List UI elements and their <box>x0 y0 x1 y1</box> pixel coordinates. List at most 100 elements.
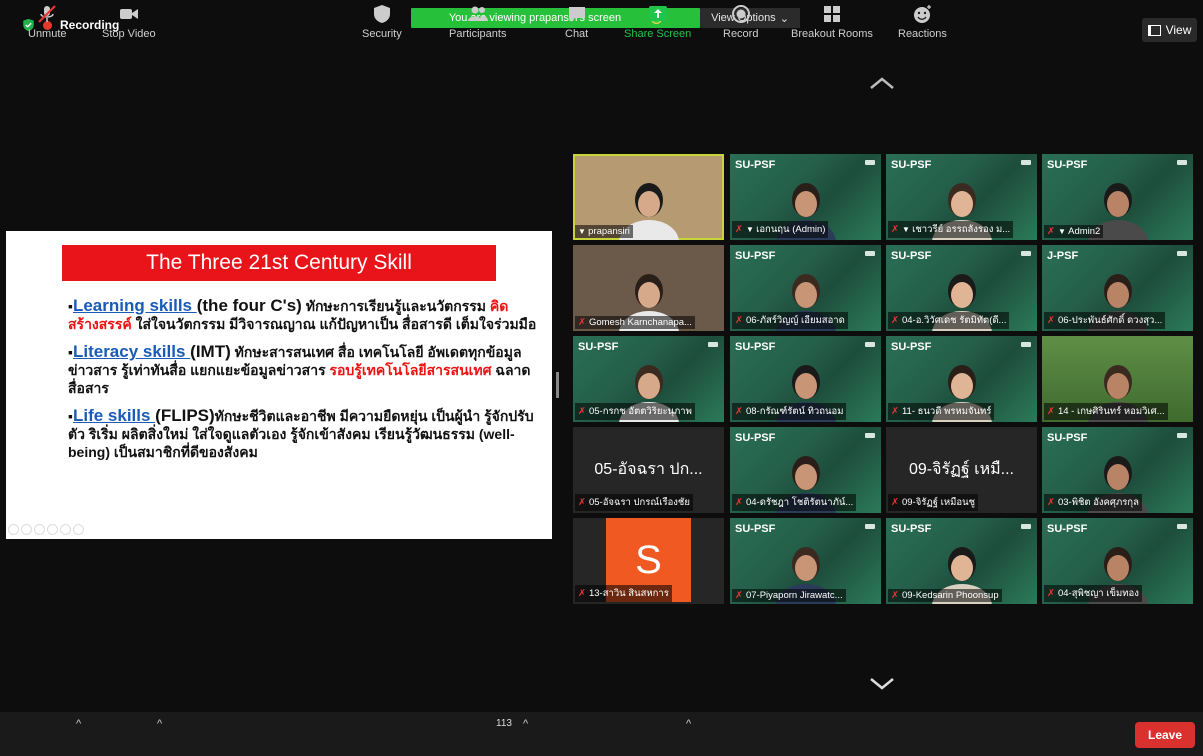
microphone-muted-icon: ✗ <box>578 588 586 599</box>
participant-name: ✗ 04-ดรัชฎา โชติรัตนาภัน์... <box>732 494 857 511</box>
participant-tile[interactable]: ▼ prapansiri <box>573 154 724 240</box>
participant-tile[interactable]: SU-PSF ✗ ▼ เอกนฤน (Admin) <box>730 154 881 240</box>
participant-tile[interactable]: ✗ Gomesh Karnchanapa... <box>573 245 724 331</box>
microphone-muted-icon: ✗ <box>735 406 743 417</box>
mini-window-icon <box>1177 251 1187 256</box>
participant-tile[interactable]: SU-PSF ✗ 09-Kedsarin Phoonsup <box>886 518 1037 604</box>
mini-window-icon <box>1177 524 1187 529</box>
participants-button[interactable]: Participants <box>449 4 506 40</box>
tile-org-label: SU-PSF <box>891 341 932 353</box>
stop-video-button[interactable]: Stop Video <box>102 4 156 40</box>
tile-org-label: SU-PSF <box>1047 523 1088 535</box>
participants-options-caret[interactable]: ^ <box>523 718 528 730</box>
participant-tile[interactable]: SU-PSF ✗ ▼ เชาวรีย์ อรรถลังรอง ม... <box>886 154 1037 240</box>
participant-tile[interactable]: 05-อัจฉรา ปก... ✗ 05-อัจฉรา ปกรณ์เรืองชัย <box>573 427 724 513</box>
microphone-muted-icon: ✗ <box>578 406 586 417</box>
bullet-life-skills: ▪Life skills (FLIPS)ทักษะชีวิตและอาชีพ ม… <box>68 406 534 461</box>
participant-name: ✗ 05-อัจฉรา ปกรณ์เรืองชัย <box>575 494 693 511</box>
mini-window-icon <box>1177 160 1187 165</box>
participant-tile[interactable]: SU-PSF ✗ 08-กรัณฑ์รัตน์ ทิวถนอม <box>730 336 881 422</box>
breakout-rooms-button[interactable]: Breakout Rooms <box>791 4 873 40</box>
view-layout-icon <box>1147 24 1161 36</box>
participant-name: ✗ 09-จิรัฏฐ์ เหมือนชู <box>888 494 979 511</box>
record-button[interactable]: Record <box>723 4 758 40</box>
participant-name: ✗ ▼ เอกนฤน (Admin) <box>732 221 829 238</box>
tile-org-label: J-PSF <box>1047 250 1079 262</box>
chat-button[interactable]: Chat <box>565 4 588 40</box>
video-camera-icon <box>119 9 138 19</box>
participant-name: ▼ prapansiri <box>575 225 633 238</box>
participants-count: 113 <box>496 718 512 729</box>
participant-name: ✗ 13-สาวิน สินสหการ <box>575 585 672 602</box>
video-options-caret[interactable]: ^ <box>157 718 162 730</box>
participant-name: ✗ 04-สุพิชญา เข็มทอง <box>1044 585 1142 602</box>
microphone-muted-icon: ✗ <box>891 497 899 508</box>
reactions-smiley-icon <box>914 5 932 23</box>
tile-org-label: SU-PSF <box>735 341 776 353</box>
microphone-muted-icon: ✗ <box>735 315 743 326</box>
microphone-muted-icon: ✗ <box>891 315 899 326</box>
participant-name: ✗ 08-กรัณฑ์รัตน์ ทิวถนอม <box>732 403 847 420</box>
chevron-up-icon[interactable] <box>869 76 895 90</box>
tile-org-label: SU-PSF <box>735 250 776 262</box>
leave-button[interactable]: Leave <box>1135 722 1195 748</box>
participant-tile[interactable]: SU-PSF ✗ 06-ภัสร์วิญญ์ เอียมสอาด <box>730 245 881 331</box>
mini-window-icon <box>865 342 875 347</box>
microphone-muted-icon: ✗ <box>578 317 586 328</box>
microphone-muted-icon: ✗ <box>578 497 586 508</box>
participant-tile[interactable]: SU-PSF ✗ 04-สุพิชญา เข็มทอง <box>1042 518 1193 604</box>
participant-name: ✗ 04-อ.วิวัศเดช รัตมิทัต(ดี... <box>888 312 1010 329</box>
participant-tile[interactable]: SU-PSF ✗ 04-อ.วิวัศเดช รัตมิทัต(ดี... <box>886 245 1037 331</box>
participant-tile[interactable]: SU-PSF ✗ 04-ดรัชฎา โชติรัตนาภัน์... <box>730 427 881 513</box>
participant-tile[interactable]: SU-PSF ✗ 11- ธนวดี พรหมจันทร์ <box>886 336 1037 422</box>
participants-icon <box>467 6 488 21</box>
mini-window-icon <box>865 251 875 256</box>
tile-org-label: SU-PSF <box>1047 432 1088 444</box>
participant-tile[interactable]: SU-PSF ✗ 03-พิชิต อังคศุภรกุล <box>1042 427 1193 513</box>
mini-window-icon <box>865 524 875 529</box>
mini-window-icon <box>708 342 718 347</box>
participant-name: ✗ 03-พิชิต อังคศุภรกุล <box>1044 494 1142 511</box>
participant-tile[interactable]: S ✗ 13-สาวิน สินสหการ <box>573 518 724 604</box>
participant-name: ✗ 06-ประพันธ์ศักดิ์ ดวงสุว... <box>1044 312 1166 329</box>
unmute-button[interactable]: Unmute <box>28 4 67 40</box>
microphone-muted-icon: ✗ <box>1047 226 1055 237</box>
mini-window-icon <box>1021 160 1031 165</box>
meeting-toolbar <box>0 712 1203 756</box>
participant-name: ✗ 05-กรกช อัตตวิริยะนุภาพ <box>575 403 695 420</box>
participant-tile[interactable]: J-PSF ✗ 06-ประพันธ์ศักดิ์ ดวงสุว... <box>1042 245 1193 331</box>
tile-display-name: 05-อัจฉรา ปก... <box>594 461 703 478</box>
participant-name: ✗ ▼ Admin2 <box>1044 225 1104 238</box>
shared-screen-slide: The Three 21st Century Skill ▪Learning s… <box>6 231 552 539</box>
participant-tile[interactable]: SU-PSF ✗ 05-กรกช อัตตวิริยะนุภาพ <box>573 336 724 422</box>
share-screen-button[interactable]: Share Screen <box>624 4 691 40</box>
participant-name: ✗ ▼ เชาวรีย์ อรรถลังรอง ม... <box>888 221 1014 238</box>
share-screen-icon <box>648 6 667 21</box>
participant-tile[interactable]: SU-PSF ✗ 07-Piyaporn Jirawatc... <box>730 518 881 604</box>
microphone-muted-icon: ✗ <box>735 224 743 235</box>
participant-tile[interactable]: ✗ 14 - เกษศิรินทร์ หอมวิเศ... <box>1042 336 1193 422</box>
tile-org-label: SU-PSF <box>735 159 776 171</box>
mini-window-icon <box>1021 251 1031 256</box>
view-button[interactable]: View <box>1142 18 1197 42</box>
participant-name: ✗ 07-Piyaporn Jirawatc... <box>732 589 846 602</box>
security-button[interactable]: Security <box>362 4 402 40</box>
participant-name: ✗ 11- ธนวดี พรหมจันทร์ <box>888 403 995 420</box>
participant-tile[interactable]: 09-จิรัฏฐ์ เหมื... ✗ 09-จิรัฏฐ์ เหมือนชู <box>886 427 1037 513</box>
bullet-literacy-skills: ▪Literacy skills (IMT) ทักษะสารสนเทศ สื่… <box>68 342 531 397</box>
mini-window-icon <box>865 160 875 165</box>
participant-tile[interactable]: SU-PSF ✗ ▼ Admin2 <box>1042 154 1193 240</box>
slide-controls[interactable] <box>8 524 84 535</box>
participant-name: ✗ Gomesh Karnchanapa... <box>575 316 695 329</box>
microphone-muted-icon: ✗ <box>1047 497 1055 508</box>
chat-icon <box>568 7 585 22</box>
split-divider-handle[interactable] <box>556 372 559 398</box>
audio-options-caret[interactable]: ^ <box>76 718 81 730</box>
view-label: View <box>1165 23 1192 37</box>
share-options-caret[interactable]: ^ <box>686 718 691 730</box>
mini-window-icon <box>865 433 875 438</box>
chevron-down-icon[interactable] <box>869 676 895 690</box>
reactions-button[interactable]: Reactions <box>898 4 947 40</box>
slide-title: The Three 21st Century Skill <box>62 245 496 281</box>
tile-org-label: SU-PSF <box>1047 159 1088 171</box>
